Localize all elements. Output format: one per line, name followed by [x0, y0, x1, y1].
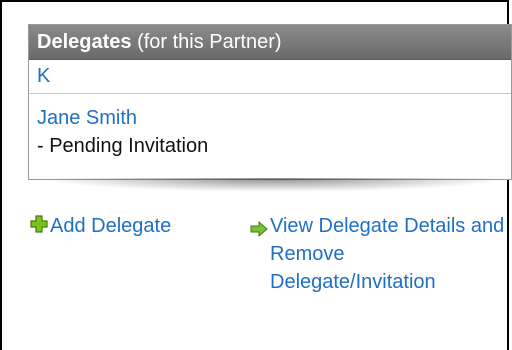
panel-subtitle: (for this Partner)	[137, 31, 282, 53]
delegate-row: Jane Smith - Pending Invitation	[29, 94, 511, 160]
delegates-panel: Delegates (for this Partner) K Jane Smit…	[28, 24, 512, 180]
view-delegate-link[interactable]: View Delegate Details and Remove Delegat…	[270, 212, 510, 296]
panel-shadow	[40, 178, 510, 192]
panel-header: Delegates (for this Partner)	[29, 25, 511, 60]
initial-row: K	[29, 60, 511, 94]
view-delegate-action[interactable]: View Delegate Details and Remove Delegat…	[250, 212, 510, 296]
plus-icon	[30, 213, 48, 241]
panel-title: Delegates	[37, 31, 132, 53]
arrow-right-icon	[250, 217, 268, 245]
add-delegate-link[interactable]: Add Delegate	[50, 215, 171, 237]
add-delegate-action[interactable]: Add Delegate	[30, 212, 171, 241]
delegate-status: - Pending Invitation	[37, 135, 209, 157]
initial-link-k[interactable]: K	[37, 65, 50, 87]
delegate-name-link[interactable]: Jane Smith	[37, 107, 137, 129]
